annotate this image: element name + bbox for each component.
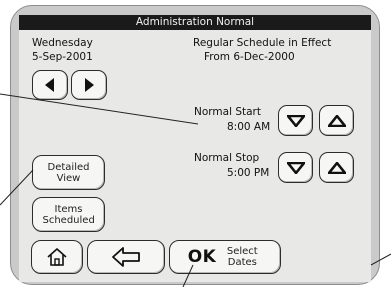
callout-line-normal-start: [0, 93, 199, 125]
callout-line-ok-button: [182, 264, 194, 287]
callout-line-bezel: [370, 253, 391, 266]
callout-line-detailed-view: [0, 169, 34, 206]
callout-lines: [0, 93, 391, 287]
